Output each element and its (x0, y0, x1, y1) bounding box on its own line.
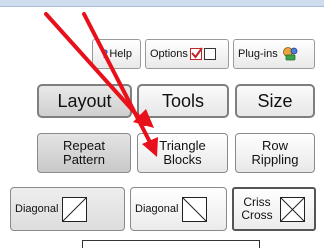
help-label: Help (109, 48, 132, 60)
tab-size-label: Size (257, 90, 293, 111)
row-rippling-line1: Row (261, 138, 288, 153)
diagonal-up-icon (62, 196, 88, 222)
options-button[interactable]: Options (145, 39, 229, 69)
plugins-label: Plug-ins (238, 48, 278, 60)
diagonal-up-label: Diagonal (15, 203, 59, 215)
diagonal-down-label: Diagonal (135, 203, 179, 215)
row-rippling-button[interactable]: Row Rippling (235, 133, 315, 173)
row-rippling-line2: Rippling (251, 152, 299, 167)
tab-tools-label: Tools (161, 90, 205, 111)
plugin-icon (282, 47, 298, 61)
repeat-pattern-button[interactable]: Repeat Pattern (37, 133, 131, 173)
help-icon: ? (101, 47, 109, 61)
criss-cross-icon (280, 196, 305, 222)
options-label: Options (150, 48, 188, 60)
criss-cross-button[interactable]: Criss Cross (232, 187, 316, 231)
tab-layout-label: Layout (57, 90, 112, 111)
checked-checkbox-icon (189, 47, 203, 60)
empty-checkbox-icon (203, 48, 216, 60)
repeat-pattern-line2: Pattern (63, 152, 105, 167)
plugins-button[interactable]: Plug-ins (233, 39, 315, 69)
triangle-blocks-line2: Blocks (163, 152, 202, 167)
triangle-blocks-button[interactable]: Triangle Blocks (137, 133, 228, 173)
diagonal-up-button[interactable]: Diagonal (10, 187, 125, 231)
tab-tools[interactable]: Tools (137, 84, 229, 118)
criss-cross-line2: Cross (241, 208, 273, 222)
diagonal-down-icon (182, 196, 208, 222)
tab-size[interactable]: Size (235, 84, 315, 118)
diagonal-down-button[interactable]: Diagonal (130, 187, 227, 231)
triangle-blocks-line1: Triangle (159, 138, 206, 153)
repeat-pattern-line1: Repeat (63, 138, 105, 153)
tab-layout[interactable]: Layout (37, 84, 132, 118)
help-button[interactable]: ? Help (92, 39, 141, 69)
